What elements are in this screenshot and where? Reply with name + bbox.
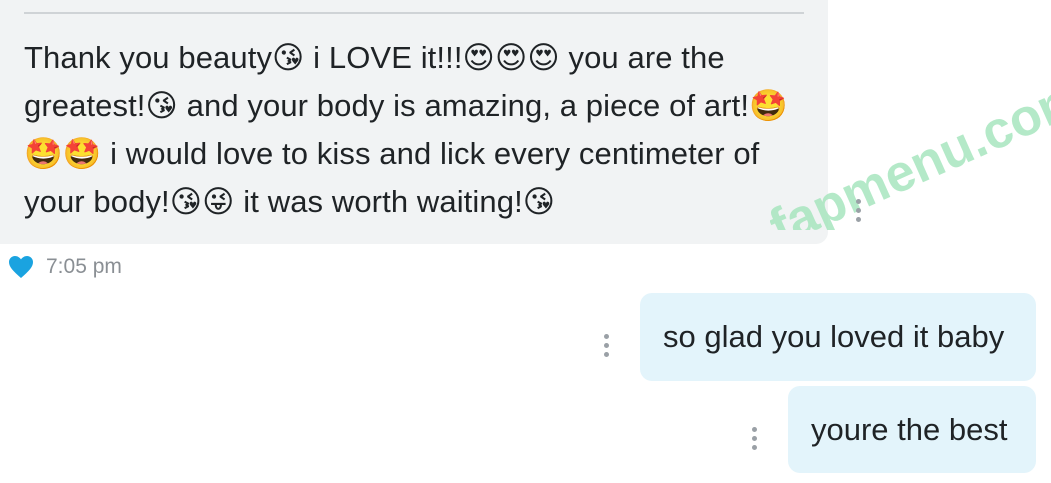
more-options-icon[interactable]: [854, 199, 862, 229]
more-options-icon[interactable]: [602, 334, 610, 364]
message-line: greatest!😘 and your body is amazing, a p…: [24, 88, 788, 123]
message-line: your body!😘😜 it was worth waiting!😘: [24, 184, 556, 219]
message-line: 🤩🤩 i would love to kiss and lick every c…: [24, 136, 760, 171]
outgoing-message-bubble[interactable]: youre the best: [788, 386, 1036, 473]
message-timestamp: 7:05 pm: [46, 255, 122, 278]
outgoing-message-text: so glad you loved it baby: [663, 319, 1005, 354]
more-options-icon[interactable]: [750, 427, 758, 457]
message-meta: 7:05 pm: [8, 252, 122, 282]
message-line: Thank you beauty😘 i LOVE it!!!😍😍😍 you ar…: [24, 40, 725, 75]
outgoing-message-text: youre the best: [811, 411, 1008, 447]
outgoing-message-bubble[interactable]: so glad you loved it baby: [640, 293, 1036, 381]
divider: [24, 12, 804, 14]
heart-icon[interactable]: [8, 255, 34, 279]
incoming-message-text: Thank you beauty😘 i LOVE it!!!😍😍😍 you ar…: [24, 34, 824, 226]
